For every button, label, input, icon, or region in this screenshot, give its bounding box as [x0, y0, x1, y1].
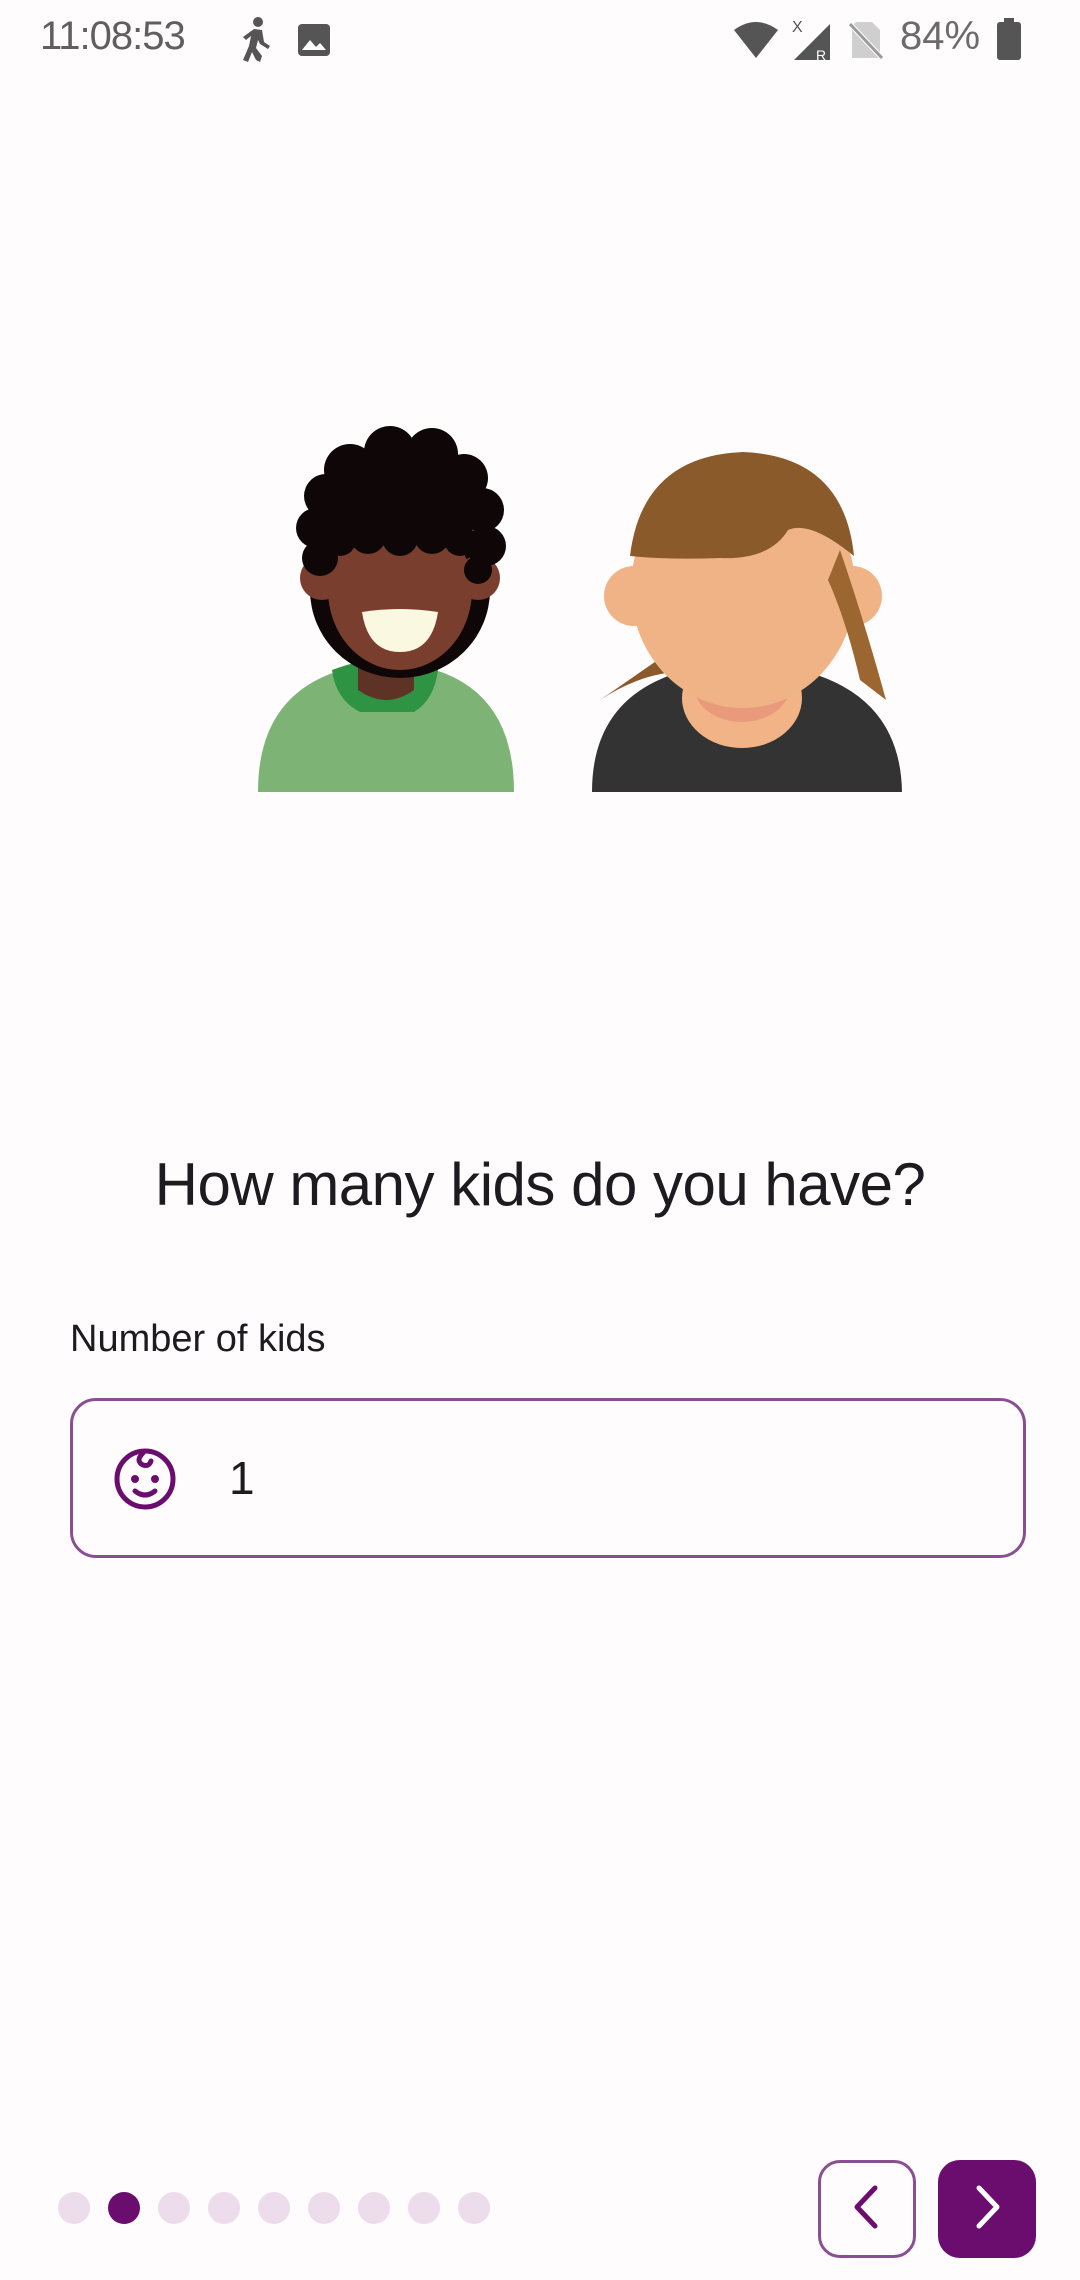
child-avatar [258, 426, 514, 792]
next-button[interactable] [938, 2160, 1036, 2258]
battery-percent: 84% [900, 14, 981, 58]
page-dot [408, 2192, 440, 2224]
status-time: 11:08:53 [40, 14, 186, 58]
page-dot [258, 2192, 290, 2224]
wifi-icon [732, 20, 780, 65]
no-sim-icon [848, 20, 884, 65]
previous-button[interactable] [818, 2160, 916, 2258]
chevron-left-icon [847, 2182, 887, 2237]
number-of-kids-value: 1 [229, 1452, 255, 1504]
number-of-kids-label: Number of kids [70, 1318, 326, 1360]
page-dot [308, 2192, 340, 2224]
page-dot [358, 2192, 390, 2224]
baby-face-icon [113, 1447, 177, 1511]
image-icon [296, 22, 332, 63]
battery-icon [996, 18, 1022, 65]
question-heading: How many kids do you have? [154, 1151, 926, 1218]
signal-icon: X R [790, 16, 838, 67]
page-indicator [58, 2192, 508, 2226]
svg-text:R: R [816, 47, 826, 62]
page-dot [158, 2192, 190, 2224]
svg-text:X: X [792, 19, 803, 36]
illustration [250, 400, 910, 800]
number-of-kids-input[interactable]: 1 [70, 1398, 1026, 1558]
chevron-right-icon [967, 2182, 1007, 2237]
status-bar: 11:08:53 X R 84% [0, 0, 1080, 84]
page-dot [58, 2192, 90, 2224]
page-dot-active [108, 2192, 140, 2224]
page-dot [458, 2192, 490, 2224]
adult-avatar [592, 452, 902, 792]
walking-person-icon [236, 16, 276, 69]
page-dot [208, 2192, 240, 2224]
